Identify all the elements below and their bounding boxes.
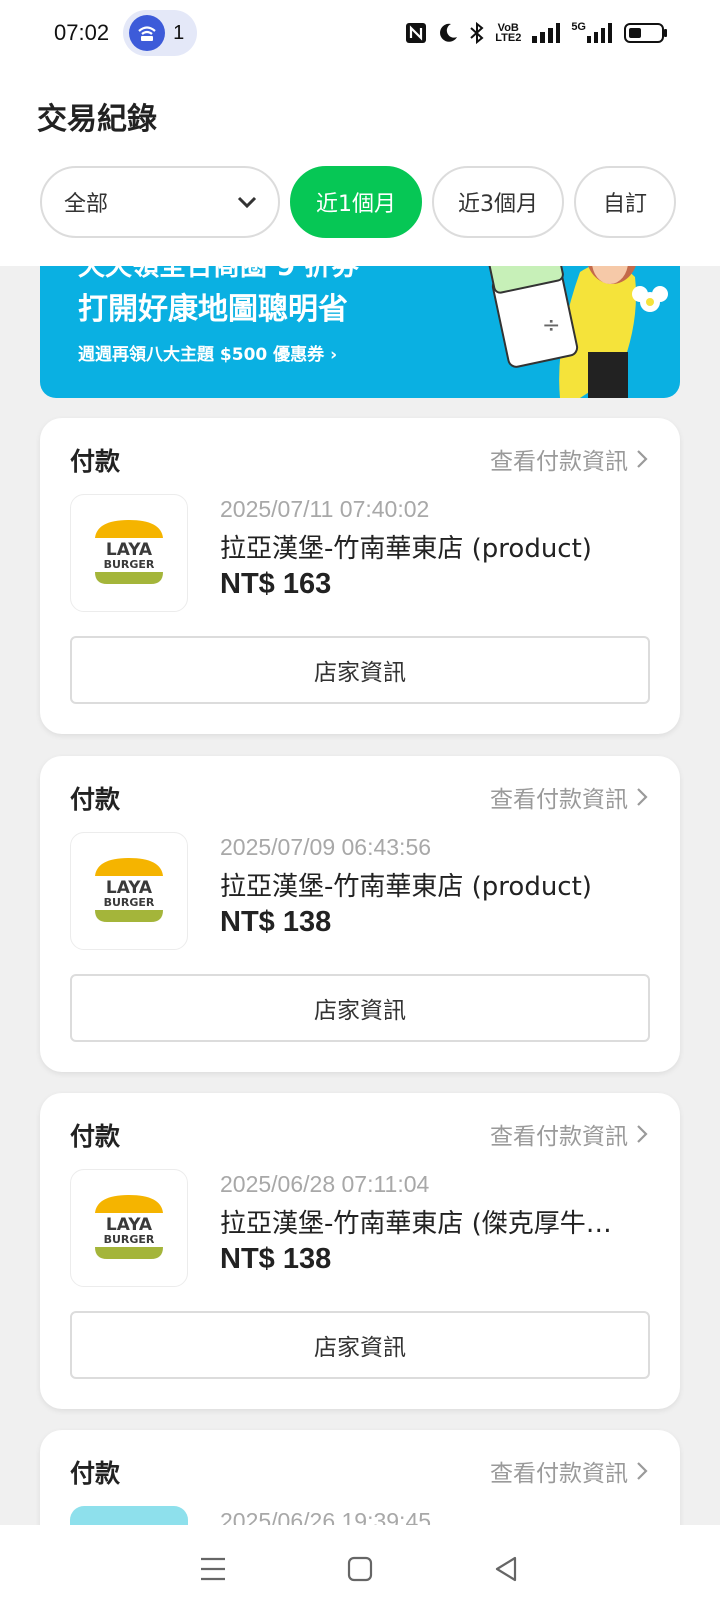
transaction-card: 付款 查看付款資訊 LAYA BURGER 2025/07/09 06:43:5… bbox=[40, 756, 680, 1072]
volte-icon: VoB LTE2 bbox=[495, 22, 522, 44]
transaction-amount: NT$ 138 bbox=[220, 906, 332, 938]
status-icons: VoB LTE2 5G bbox=[405, 21, 668, 45]
transaction-card: 付款 查看付款資訊 LAYA BURGER 2025/07/11 07:40:0… bbox=[40, 418, 680, 734]
banner-cta: 週週再領八大主題 $500 優惠券 › bbox=[78, 345, 338, 365]
chevron-right-icon bbox=[637, 788, 648, 806]
view-payment-info-link[interactable]: 查看付款資訊 bbox=[490, 442, 648, 476]
store-logo: LAYA BURGER bbox=[70, 494, 188, 612]
view-payment-info-link[interactable]: 查看付款資訊 bbox=[490, 1454, 648, 1488]
back-icon[interactable] bbox=[493, 1555, 521, 1583]
svg-text:BURGER: BURGER bbox=[104, 896, 155, 909]
chevron-down-icon bbox=[237, 196, 257, 209]
chip-3-months[interactable]: 近3個月 bbox=[432, 166, 564, 238]
notification-pill[interactable]: 1 bbox=[123, 10, 198, 56]
page-title: 交易紀錄 bbox=[37, 102, 157, 137]
laya-burger-logo: LAYA BURGER bbox=[95, 1195, 163, 1259]
home-icon[interactable] bbox=[346, 1555, 374, 1583]
store-name: 拉亞漢堡-竹南華東店 (product) bbox=[220, 872, 592, 902]
svg-text:÷: ÷ bbox=[542, 313, 560, 338]
transaction-type: 付款 bbox=[70, 447, 121, 476]
transaction-datetime: 2025/06/28 07:11:04 bbox=[220, 1171, 430, 1197]
transaction-card: 付款 查看付款資訊 LAYA BURGER 2025/06/28 07:11:0… bbox=[40, 1093, 680, 1409]
svg-text:BURGER: BURGER bbox=[104, 558, 155, 571]
view-payment-info-link[interactable]: 查看付款資訊 bbox=[490, 1117, 648, 1151]
transaction-type: 付款 bbox=[70, 1122, 121, 1151]
notification-count: 1 bbox=[173, 21, 185, 44]
svg-text:LAYA: LAYA bbox=[106, 540, 153, 560]
laya-burger-logo: LAYA BURGER bbox=[95, 858, 163, 922]
status-bar: 07:02 1 VoB LTE2 5G bbox=[0, 0, 720, 66]
battery-icon bbox=[624, 23, 667, 43]
recent-apps-icon[interactable] bbox=[199, 1556, 227, 1582]
laya-burger-logo: LAYA BURGER bbox=[95, 520, 163, 584]
transaction-datetime: 2025/07/11 07:40:02 bbox=[220, 496, 430, 522]
signal-icon bbox=[532, 23, 561, 43]
status-time: 07:02 bbox=[54, 20, 110, 45]
chevron-right-icon bbox=[637, 450, 648, 468]
svg-text:LAYA: LAYA bbox=[106, 878, 153, 898]
store-info-button[interactable]: 店家資訊 bbox=[70, 636, 650, 704]
transaction-type: 付款 bbox=[70, 785, 121, 814]
signal-5g-icon: 5G bbox=[571, 22, 614, 44]
nfc-icon bbox=[406, 23, 427, 43]
store-info-button[interactable]: 店家資訊 bbox=[70, 974, 650, 1042]
banner-subheadline: 打開好康地圖聰明省 bbox=[78, 292, 348, 327]
wifi-router-icon bbox=[129, 15, 166, 51]
transaction-type: 付款 bbox=[70, 1459, 121, 1488]
bluetooth-icon bbox=[470, 21, 484, 45]
store-name: 拉亞漢堡-竹南華東店 (傑克厚牛… bbox=[220, 1209, 612, 1239]
chip-1-month[interactable]: 近1個月 bbox=[290, 166, 422, 238]
type-filter-value: 全部 bbox=[64, 192, 109, 217]
filter-bar: 全部 近1個月 近3個月 自訂 bbox=[40, 166, 676, 238]
svg-text:LAYA: LAYA bbox=[106, 1215, 153, 1235]
page-header: 交易紀錄 全部 近1個月 近3個月 自訂 bbox=[0, 66, 720, 266]
transaction-amount: NT$ 163 bbox=[220, 568, 332, 600]
type-filter-select[interactable]: 全部 bbox=[40, 166, 280, 238]
store-logo: LAYA BURGER bbox=[70, 1169, 188, 1287]
view-payment-info-link[interactable]: 查看付款資訊 bbox=[490, 780, 648, 814]
screen: 07:02 1 VoB LTE2 5G 交易紀錄 全部 近1個月 近3個月 自訂… bbox=[0, 0, 720, 1612]
store-logo: LAYA BURGER bbox=[70, 832, 188, 950]
svg-text:BURGER: BURGER bbox=[104, 1233, 155, 1246]
moon-icon bbox=[440, 23, 458, 42]
chevron-right-icon bbox=[637, 1462, 648, 1480]
store-name: 拉亞漢堡-竹南華東店 (product) bbox=[220, 534, 592, 564]
transaction-amount: NT$ 138 bbox=[220, 1243, 332, 1275]
store-info-button[interactable]: 店家資訊 bbox=[70, 1311, 650, 1379]
system-nav-bar bbox=[0, 1525, 720, 1612]
chevron-right-icon bbox=[637, 1125, 648, 1143]
chip-custom[interactable]: 自訂 bbox=[574, 166, 676, 238]
transaction-datetime: 2025/07/09 06:43:56 bbox=[220, 834, 432, 860]
